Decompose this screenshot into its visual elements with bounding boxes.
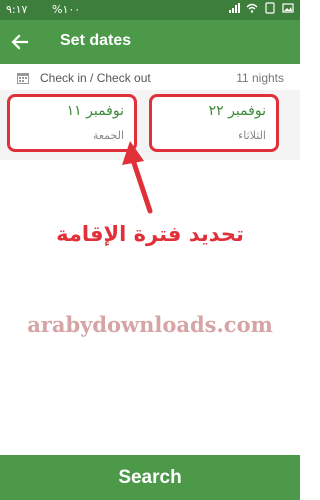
calendar-icon [17, 73, 29, 84]
signal-icon [229, 3, 240, 13]
notification-icon [265, 2, 275, 14]
wifi-icon [246, 3, 258, 13]
search-button[interactable]: Search [0, 455, 300, 500]
gallery-icon [282, 3, 294, 13]
status-time: ٩:١٧ [6, 3, 28, 16]
check-in-out-label: Check in / Check out [40, 71, 151, 85]
back-arrow-icon[interactable] [8, 30, 32, 54]
annotation-label: تحديد فترة الإقامة [56, 222, 244, 246]
nights-count: 11 nights [236, 71, 284, 85]
check-in-out-row: Check in / Check out 11 nights [0, 64, 300, 90]
battery-percentage: %١٠٠ [52, 3, 81, 16]
annotation-arrow-icon [122, 141, 153, 214]
check-in-date: نوفمبر ١١ [66, 103, 124, 119]
status-bar: ٩:١٧ %١٠٠ [0, 0, 300, 20]
check-out-weekday: الثلاثاء [238, 129, 266, 142]
check-out-date: نوفمبر ٢٢ [208, 103, 266, 119]
watermark: arabydownloads.com [27, 312, 273, 337]
status-icons [228, 2, 294, 14]
app-bar: Set dates [0, 20, 300, 64]
page-title: Set dates [60, 32, 132, 49]
